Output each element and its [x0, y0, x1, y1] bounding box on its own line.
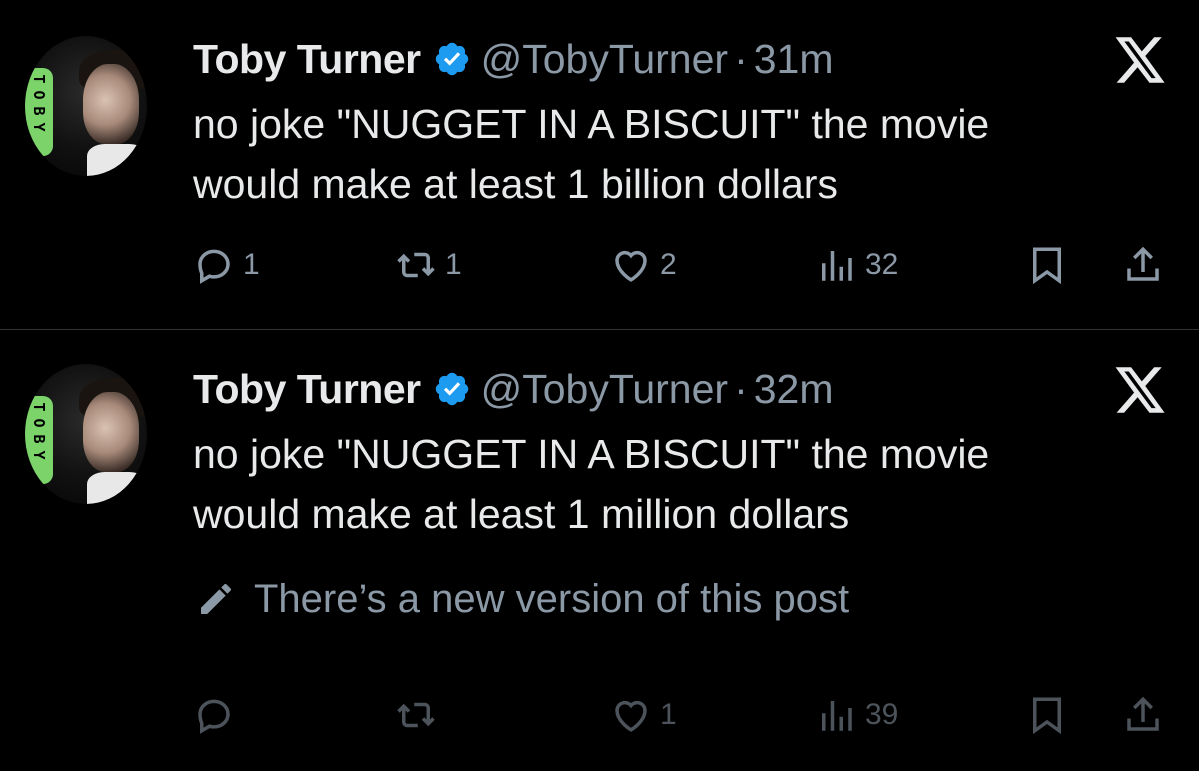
like-icon: [615, 250, 647, 282]
display-name[interactable]: Toby Turner: [193, 36, 421, 83]
views-count: 32: [865, 248, 899, 281]
reply-button[interactable]: 1: [193, 240, 260, 290]
like-button[interactable]: 2: [610, 240, 677, 290]
tweet-text-line: would make at least 1 million dollars: [193, 491, 850, 537]
repost-count: 1: [445, 248, 462, 281]
reply-count: 1: [243, 248, 260, 281]
avatar-badge: T O B Y: [25, 396, 53, 484]
action-bar: 1 39: [0, 690, 1199, 740]
verified-badge-icon: [435, 42, 468, 76]
reply-button[interactable]: [193, 690, 243, 740]
pencil-icon: [201, 583, 231, 614]
edit-notice-text: There’s a new version of this post: [254, 576, 850, 621]
share-button[interactable]: [1122, 690, 1164, 740]
handle[interactable]: @TobyTurner: [481, 36, 728, 83]
x-logo-icon: [1115, 367, 1165, 413]
avatar-badge: T O B Y: [25, 68, 53, 156]
views-button[interactable]: 39: [815, 690, 898, 740]
tweet-header: Toby Turner @TobyTurner · 32m: [193, 365, 833, 413]
separator: ·: [734, 365, 748, 412]
x-logo-icon: [1115, 37, 1165, 83]
handle[interactable]: @TobyTurner: [481, 366, 728, 413]
tweet[interactable]: T O B Y Toby Turner @TobyTurner · 31m no…: [0, 0, 1199, 330]
bookmark-button[interactable]: [1026, 240, 1068, 290]
tweet-text: no joke "NUGGET IN A BISCUIT" the movie …: [193, 94, 1183, 214]
repost-button[interactable]: [395, 690, 445, 740]
bookmark-icon: [1033, 697, 1061, 735]
avatar-collar: [87, 144, 147, 176]
timestamp[interactable]: 31m: [754, 36, 834, 83]
avatar[interactable]: T O B Y: [25, 364, 147, 504]
timestamp[interactable]: 32m: [754, 366, 834, 413]
avatar-face: [83, 392, 139, 472]
action-bar: 1 1 2 32: [0, 240, 1199, 290]
views-count: 39: [865, 698, 899, 731]
tweet-text-line: no joke "NUGGET IN A BISCUIT" the movie: [193, 431, 990, 477]
like-button[interactable]: 1: [610, 690, 677, 740]
repost-icon: [397, 252, 435, 278]
like-count: 1: [660, 698, 677, 731]
tweet-header: Toby Turner @TobyTurner · 31m: [193, 35, 833, 83]
views-icon: [822, 251, 852, 281]
tweet[interactable]: T O B Y Toby Turner @TobyTurner · 32m no…: [0, 330, 1199, 771]
edit-notice[interactable]: There’s a new version of this post: [196, 574, 849, 624]
like-count: 2: [660, 248, 677, 281]
share-icon: [1127, 246, 1159, 281]
bookmark-button[interactable]: [1026, 690, 1068, 740]
avatar[interactable]: T O B Y: [25, 36, 147, 176]
repost-icon: [397, 702, 435, 728]
reply-icon: [198, 699, 230, 734]
like-icon: [615, 700, 647, 732]
share-icon: [1127, 696, 1159, 731]
reply-icon: [198, 249, 230, 284]
tweet-text-line: no joke "NUGGET IN A BISCUIT" the movie: [193, 101, 990, 147]
views-icon: [822, 701, 852, 731]
avatar-face: [83, 64, 139, 144]
verified-badge-icon: [435, 372, 468, 406]
avatar-collar: [87, 472, 147, 504]
tweet-text-line: would make at least 1 billion dollars: [193, 161, 838, 207]
views-button[interactable]: 32: [815, 240, 898, 290]
display-name[interactable]: Toby Turner: [193, 366, 421, 413]
separator: ·: [734, 35, 748, 82]
bookmark-icon: [1033, 247, 1061, 285]
tweet-text: no joke "NUGGET IN A BISCUIT" the movie …: [193, 424, 1183, 544]
repost-button[interactable]: 1: [395, 240, 462, 290]
share-button[interactable]: [1122, 240, 1164, 290]
